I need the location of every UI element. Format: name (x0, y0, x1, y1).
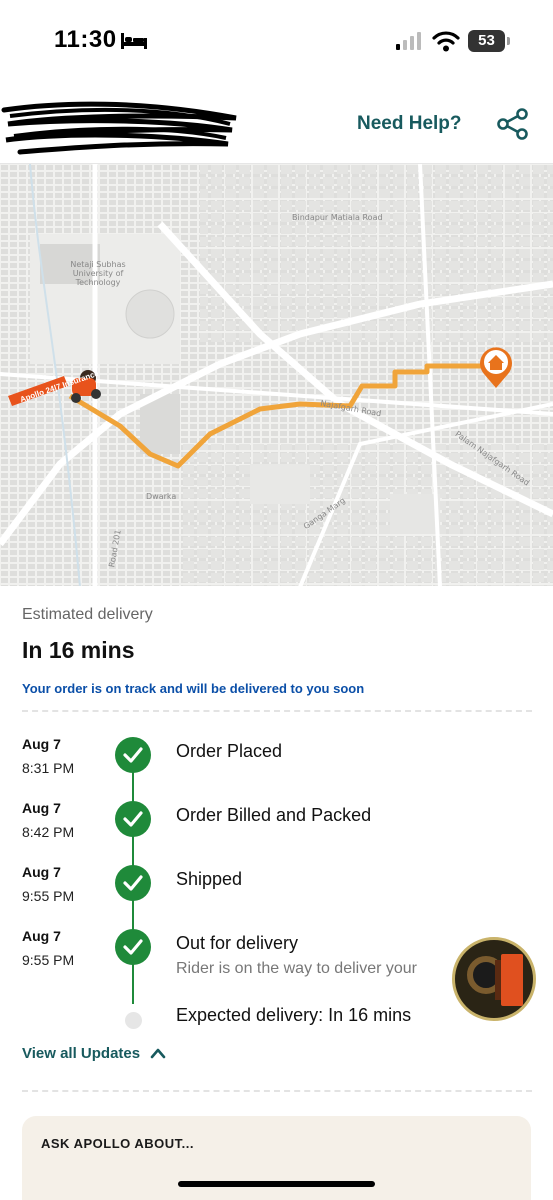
eta-value: In 16 mins (22, 637, 135, 663)
share-icon[interactable] (497, 108, 529, 140)
wifi-icon (432, 31, 460, 52)
eta-block: Estimated delivery In 16 mins Your order… (22, 606, 532, 696)
status-time: 11:30 (54, 26, 117, 53)
check-icon (115, 865, 151, 901)
eta-note: Your order is on track and will be deliv… (22, 681, 365, 696)
pending-dot (125, 1012, 142, 1029)
timeline-step: Aug 7 9:55 PM Shipped (0, 858, 553, 918)
step-subtitle: Rider is on the way to deliver your (176, 960, 417, 977)
battery-level: 53 (468, 30, 505, 52)
timeline-step: Aug 7 8:42 PM Order Billed and Packed (0, 794, 553, 854)
map-label-university: Netaji Subhas University of Technology (70, 260, 126, 287)
step-title: Order Billed and Packed (176, 805, 372, 825)
bed-icon (121, 33, 147, 49)
battery-cap (507, 37, 510, 45)
check-icon (115, 801, 151, 837)
divider (22, 710, 532, 712)
expected-delivery: Expected delivery: In 16 mins (176, 1005, 412, 1025)
map-label-area: Dwarka (146, 492, 177, 501)
step-time: 9:55 PM (22, 888, 75, 904)
status-bar: 11:30 53 (0, 0, 553, 80)
step-title: Order Placed (176, 741, 283, 761)
step-date: Aug 7 (22, 928, 61, 944)
step-title: Shipped (176, 869, 243, 889)
header: Need Help? (0, 88, 553, 162)
step-date: Aug 7 (22, 736, 61, 752)
signal-icon (396, 32, 421, 50)
eta-label: Estimated delivery (22, 606, 153, 623)
step-title: Out for delivery (176, 933, 299, 953)
rider-marker[interactable]: Apollo 24|7 Insurance (4, 364, 104, 414)
home-indicator[interactable] (178, 1181, 375, 1187)
step-date: Aug 7 (22, 800, 61, 816)
view-all-updates-link[interactable]: View all Updates (22, 1045, 140, 1062)
redacted-scribble (1, 101, 237, 155)
step-time: 8:42 PM (22, 824, 75, 840)
delivery-map[interactable]: Netaji Subhas University of Technology B… (0, 163, 553, 586)
floating-video-bubble[interactable] (452, 937, 536, 1021)
battery-icon: 53 (468, 30, 510, 52)
check-icon (115, 929, 151, 965)
home-icon[interactable] (478, 344, 514, 388)
chevron-up-icon[interactable] (150, 1046, 166, 1060)
step-date: Aug 7 (22, 864, 61, 880)
timeline-step: Aug 7 8:31 PM Order Placed (0, 730, 553, 790)
check-icon (115, 737, 151, 773)
ask-apollo-title: ASK APOLLO ABOUT... (41, 1136, 194, 1151)
video-thumbnail-card (501, 954, 523, 1006)
map-label-road-top: Bindapur Matiala Road (292, 213, 383, 222)
step-time: 8:31 PM (22, 760, 75, 776)
need-help-link[interactable]: Need Help? (357, 113, 462, 135)
divider (22, 1090, 532, 1092)
step-time: 9:55 PM (22, 952, 75, 968)
ask-apollo-card[interactable]: ASK APOLLO ABOUT... (22, 1116, 531, 1200)
